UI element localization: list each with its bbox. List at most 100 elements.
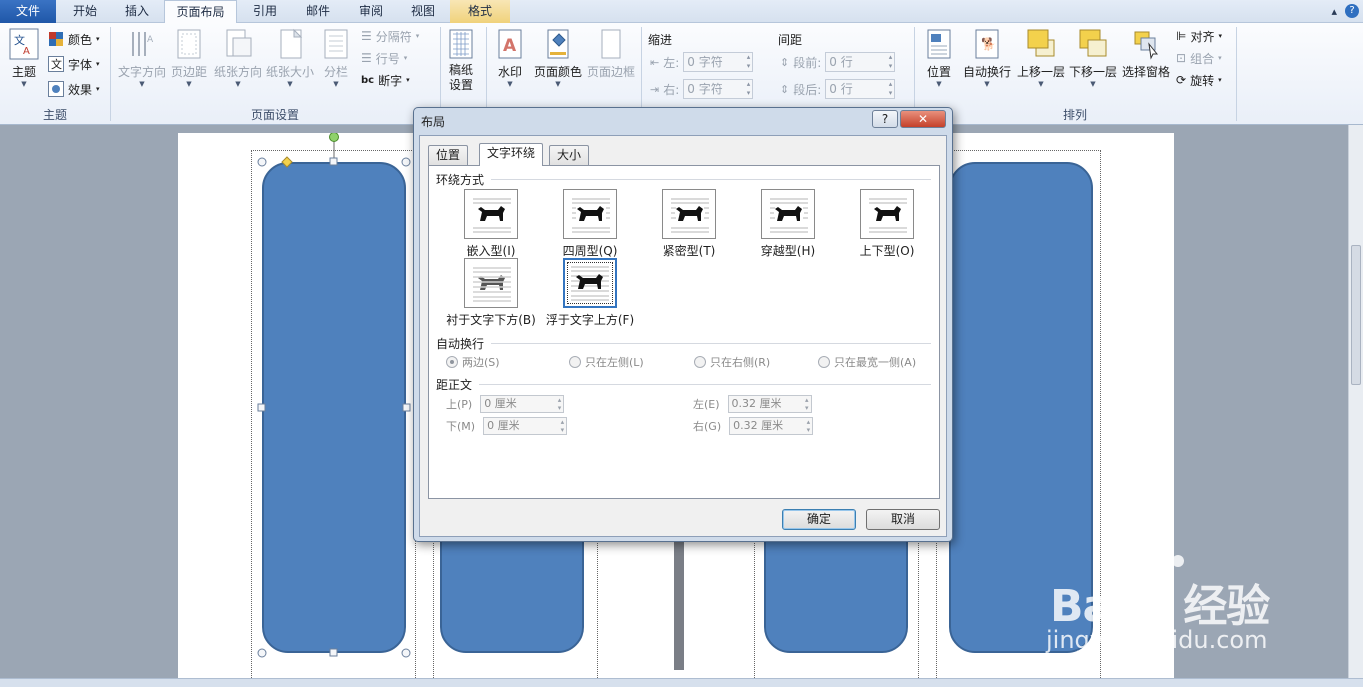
selection-handles[interactable]: [256, 133, 416, 663]
tab-references[interactable]: 引用: [239, 0, 291, 23]
wrap-in-front-of-text-preview: [563, 258, 617, 308]
tab-format[interactable]: 格式: [450, 0, 510, 23]
wrap-in-front-of-text-option[interactable]: 浮于文字上方(F): [535, 258, 645, 328]
dialog-title-bar[interactable]: 布局 ? ✕: [414, 108, 952, 134]
orientation-label: 纸张方向: [213, 65, 262, 79]
hyphenation-button[interactable]: bc 断字 ▾: [361, 70, 410, 90]
draft-paper-button[interactable]: 稿纸 设置: [444, 28, 478, 93]
theme-colors-button[interactable]: 颜色 ▾: [48, 29, 100, 49]
svg-text:A: A: [147, 35, 154, 45]
dialog-help-button[interactable]: ?: [872, 110, 898, 128]
tab-file[interactable]: 文件: [0, 0, 56, 23]
tab-insert[interactable]: 插入: [112, 0, 162, 23]
tab-home[interactable]: 开始: [58, 0, 112, 23]
distance-top: 上(P) 0 厘米: [446, 395, 565, 413]
wrap-largest-only-radio[interactable]: 只在最宽一侧(A): [818, 354, 916, 370]
tab-page-layout[interactable]: 页面布局: [164, 0, 237, 24]
cancel-button[interactable]: 取消: [866, 509, 940, 530]
distance-right-label: 右(G): [693, 420, 722, 433]
vertical-scrollbar[interactable]: [1348, 125, 1363, 678]
tab-position[interactable]: 位置: [428, 145, 469, 165]
window-controls: ▴ ?: [1331, 2, 1359, 20]
columns-button[interactable]: 分栏 ▼: [320, 28, 352, 88]
orientation-button[interactable]: 纸张方向 ▼: [212, 28, 264, 88]
theme-fonts-label: 字体: [68, 57, 93, 72]
bring-forward-button[interactable]: 上移一层 ▼: [1016, 28, 1066, 88]
watermark-button[interactable]: A 水印 ▼: [494, 28, 526, 88]
position-button[interactable]: 位置 ▼: [922, 28, 956, 88]
help-icon[interactable]: ?: [1345, 4, 1359, 18]
spacing-after-input[interactable]: 0 行: [825, 79, 896, 99]
theme-fonts-button[interactable]: 文 字体 ▾: [48, 54, 100, 74]
watermark-url: jingyan.baidu.com: [1046, 626, 1268, 654]
align-button[interactable]: ⊫ 对齐 ▾: [1176, 26, 1222, 46]
send-backward-button[interactable]: 下移一层 ▼: [1068, 28, 1118, 88]
section-divider: [491, 179, 931, 180]
baidu-watermark: Bai 经验 jingyan.baidu.com: [1040, 540, 1310, 665]
indent-right-input[interactable]: 0 字符: [683, 79, 754, 99]
ok-button[interactable]: 确定: [782, 509, 856, 530]
wrap-top-bottom-option[interactable]: 上下型(O): [832, 189, 942, 259]
chevron-down-icon: ▼: [235, 80, 241, 88]
selection-pane-button[interactable]: 选择窗格: [1120, 28, 1172, 80]
tab-review[interactable]: 审阅: [345, 0, 397, 23]
dialog-close-button[interactable]: ✕: [900, 110, 946, 128]
radio-icon: [446, 356, 458, 368]
wrap-square-preview: [563, 189, 617, 239]
dog-icon: [473, 267, 511, 302]
indent-left-input[interactable]: 0 字符: [683, 52, 754, 72]
wrap-behind-text-option[interactable]: 衬于文字下方(B): [436, 258, 546, 328]
wrap-right-only-label: 只在右侧(R): [710, 356, 771, 369]
wrap-through-option[interactable]: 穿越型(H): [733, 189, 843, 259]
chevron-down-icon: ▼: [186, 80, 192, 88]
wrap-inline-option[interactable]: 嵌入型(I): [436, 189, 546, 259]
indent-left: ⇤ 左: 0 字符: [650, 52, 754, 72]
auto-wrap-heading: 自动换行: [436, 337, 485, 351]
dog-icon: [869, 198, 907, 233]
wrap-text-button[interactable]: 🐕 自动换行 ▼: [962, 28, 1012, 88]
tab-size[interactable]: 大小: [549, 145, 590, 165]
page-borders-icon: [601, 29, 621, 59]
align-icon: ⊫: [1176, 29, 1187, 43]
wrap-left-only-label: 只在左侧(L): [585, 356, 644, 369]
margins-button[interactable]: 页边距 ▼: [170, 28, 208, 88]
wrap-right-only-radio[interactable]: 只在右侧(R): [694, 354, 770, 370]
chevron-down-icon: ▼: [139, 80, 145, 88]
tab-text-wrapping[interactable]: 文字环绕: [479, 143, 544, 166]
minimize-ribbon-icon[interactable]: ▴: [1331, 5, 1337, 18]
group-label-theme: 主题: [42, 108, 67, 122]
draft-paper-icon: [449, 29, 473, 59]
margins-icon: [177, 29, 201, 59]
group-icon: ⊡: [1176, 51, 1187, 65]
distance-left: 左(E) 0.32 厘米: [693, 395, 812, 413]
wrap-both-sides-radio[interactable]: 两边(S): [446, 354, 500, 370]
page-color-button[interactable]: 页面颜色 ▼: [532, 28, 584, 88]
wrap-tight-option[interactable]: 紧密型(T): [634, 189, 744, 259]
distance-left-input[interactable]: 0.32 厘米: [727, 395, 812, 413]
wrap-left-only-radio[interactable]: 只在左侧(L): [569, 354, 644, 370]
indent-right-icon: ⇥: [650, 82, 660, 96]
distance-top-input[interactable]: 0 厘米: [480, 395, 565, 413]
text-direction-button[interactable]: A 文字方向 ▼: [116, 28, 168, 88]
page-borders-button[interactable]: 页面边框: [586, 28, 636, 80]
tab-view[interactable]: 视图: [398, 0, 448, 23]
wrap-square-option[interactable]: 四周型(Q): [535, 189, 645, 259]
scrollbar-thumb[interactable]: [1351, 245, 1361, 385]
distance-right-input[interactable]: 0.32 厘米: [729, 417, 814, 435]
group-label-arrange: 排列: [1062, 108, 1087, 122]
margins-label: 页边距: [170, 65, 207, 79]
theme-effects-button[interactable]: 效果 ▾: [48, 79, 100, 99]
wrap-through-label: 穿越型(H): [760, 244, 816, 258]
line-numbers-button[interactable]: ☰ 行号 ▾: [361, 48, 407, 68]
tab-mailings[interactable]: 邮件: [292, 0, 344, 23]
group-button[interactable]: ⊡ 组合 ▾: [1176, 48, 1222, 68]
chevron-down-icon: ▼: [936, 80, 942, 88]
distance-bottom-input[interactable]: 0 厘米: [483, 417, 568, 435]
breaks-button[interactable]: ☰ 分隔符 ▾: [361, 26, 419, 46]
rotate-button[interactable]: ⟳ 旋转 ▾: [1176, 70, 1222, 90]
spacing-before-input[interactable]: 0 行: [825, 52, 896, 72]
svg-text:🐕: 🐕: [981, 37, 996, 51]
page-size-button[interactable]: 纸张大小 ▼: [265, 28, 315, 88]
svg-text:文: 文: [51, 57, 62, 71]
themes-button[interactable]: 文A 主题 ▼: [8, 28, 40, 88]
